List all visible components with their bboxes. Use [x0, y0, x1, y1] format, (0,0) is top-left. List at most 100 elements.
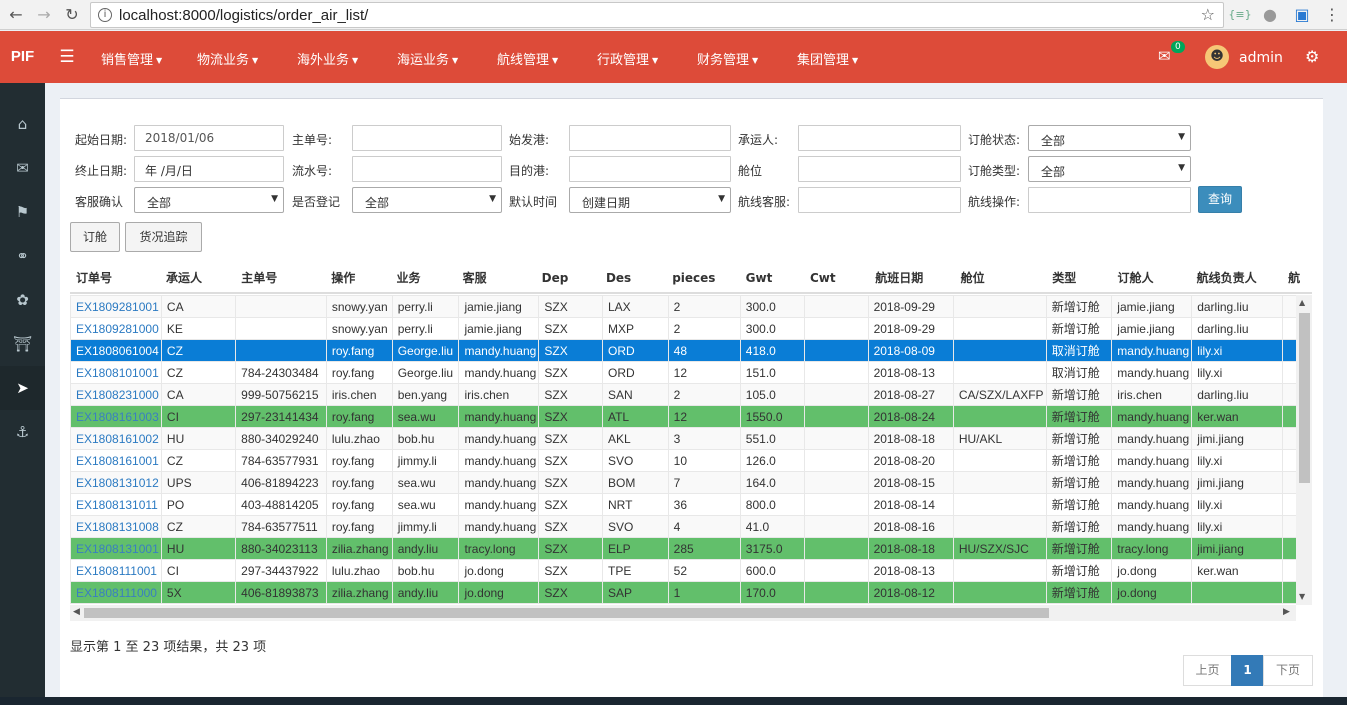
- table-row[interactable]: EX1808161002 HU 880-34029240 lulu.zhao bob.h…: [70, 427, 1312, 450]
- menu-overseas[interactable]: 海外业务 ▼: [297, 49, 358, 68]
- menu-sales[interactable]: 销售管理 ▼: [101, 49, 162, 68]
- column-header[interactable]: 航班日期: [869, 263, 955, 294]
- column-header[interactable]: Des: [599, 263, 667, 294]
- username[interactable]: admin: [1239, 50, 1283, 66]
- table-row[interactable]: EX1808111000 5X 406-81893873 zilia.zhang and…: [70, 581, 1312, 604]
- prev-page-button[interactable]: 上页: [1183, 655, 1232, 686]
- order-id-link[interactable]: EX1808131011: [70, 493, 162, 516]
- column-header[interactable]: Gwt: [739, 263, 804, 294]
- route-op-field[interactable]: [1028, 187, 1191, 213]
- table-row[interactable]: EX1808161001 CZ 784-63577931 roy.fang jimmy.…: [70, 449, 1312, 472]
- kebab-menu-icon[interactable]: ⋮: [1320, 3, 1344, 27]
- bank-icon[interactable]: ⛩: [0, 322, 45, 366]
- column-header[interactable]: 承运人: [159, 263, 236, 294]
- profile-circle-icon[interactable]: ●: [1258, 3, 1282, 27]
- table-row[interactable]: EX1809281000 KE snowy.yan perry.li jamie.jia…: [70, 317, 1312, 340]
- order-id-link[interactable]: EX1808161001: [70, 449, 162, 472]
- vertical-scroll-thumb[interactable]: [1299, 313, 1310, 483]
- bookmark-star-icon[interactable]: ☆: [1201, 5, 1215, 24]
- extension-icon[interactable]: {≡}: [1228, 3, 1252, 27]
- menu-group[interactable]: 集团管理 ▼: [797, 49, 858, 68]
- horizontal-scroll-thumb[interactable]: [84, 608, 1049, 618]
- order-id-link[interactable]: EX1808131012: [70, 471, 162, 494]
- column-header[interactable]: 订单号: [70, 263, 160, 294]
- column-header[interactable]: 主单号: [235, 263, 326, 294]
- table-row[interactable]: EX1808161003 CI 297-23141434 roy.fang sea.wu…: [70, 405, 1312, 428]
- scroll-right-icon[interactable]: ▶: [1283, 607, 1290, 617]
- column-header[interactable]: 订舱人: [1111, 263, 1191, 294]
- default-time-select[interactable]: 创建日期 ▼: [569, 187, 731, 213]
- column-header[interactable]: Dep: [535, 263, 600, 294]
- order-id-link[interactable]: EX1808131001: [70, 537, 162, 560]
- vertical-scrollbar[interactable]: ▲ ▼: [1296, 295, 1312, 605]
- page-1-button[interactable]: 1: [1231, 655, 1264, 686]
- track-button[interactable]: 货况追踪: [125, 222, 202, 252]
- master-no-field[interactable]: [352, 125, 502, 151]
- table-row[interactable]: EX1808111001 CI 297-34437922 lulu.zhao bob.h…: [70, 559, 1312, 582]
- column-header[interactable]: 操作: [325, 263, 391, 294]
- column-header[interactable]: 航: [1282, 263, 1312, 294]
- scroll-up-icon[interactable]: ▲: [1299, 298, 1305, 307]
- registered-select[interactable]: 全部 ▼: [352, 187, 502, 213]
- column-header[interactable]: pieces: [666, 263, 740, 294]
- menu-logistics[interactable]: 物流业务 ▼: [197, 49, 258, 68]
- scroll-left-icon[interactable]: ◀: [73, 607, 80, 617]
- flag-icon[interactable]: ⚑: [0, 190, 45, 234]
- query-button[interactable]: 查询: [1198, 186, 1242, 213]
- envelope-icon[interactable]: ✉: [0, 146, 45, 190]
- menu-finance[interactable]: 财务管理 ▼: [697, 49, 758, 68]
- hamburger-menu-icon[interactable]: ☰: [55, 45, 79, 69]
- serial-no-field[interactable]: [352, 156, 502, 182]
- order-id-link[interactable]: EX1808161002: [70, 427, 162, 450]
- rocket-icon[interactable]: ➤: [0, 366, 45, 410]
- back-arrow-icon[interactable]: ←: [4, 3, 28, 27]
- start-date-field[interactable]: 2018/01/06: [134, 125, 284, 151]
- end-date-field[interactable]: 年 /月/日: [134, 156, 284, 182]
- column-header[interactable]: 航线负责人: [1190, 263, 1283, 294]
- cabin-field[interactable]: [798, 156, 961, 182]
- envelope-icon[interactable]: ✉: [1158, 47, 1171, 65]
- carrier-field[interactable]: [798, 125, 961, 151]
- order-id-link[interactable]: EX1809281001: [70, 295, 162, 318]
- leaf-icon[interactable]: ✿: [0, 278, 45, 322]
- app-logo[interactable]: PIF: [0, 31, 45, 83]
- cast-icon[interactable]: ▣: [1290, 3, 1314, 27]
- order-status-select[interactable]: 全部 ▼: [1028, 125, 1191, 151]
- table-row[interactable]: EX1808231000 CA 999-50756215 iris.chen ben.y…: [70, 383, 1312, 406]
- url-text[interactable]: localhost:8000/logistics/order_air_list/: [119, 7, 368, 24]
- home-icon[interactable]: ⌂: [0, 102, 45, 146]
- column-header[interactable]: 客服: [456, 263, 536, 294]
- anchor-icon[interactable]: ⚓: [0, 410, 45, 454]
- dest-port-field[interactable]: [569, 156, 731, 182]
- column-header[interactable]: 类型: [1046, 263, 1112, 294]
- order-id-link[interactable]: EX1808101001: [70, 361, 162, 384]
- reload-icon[interactable]: ↻: [60, 3, 84, 27]
- table-row[interactable]: EX1808101001 CZ 784-24303484 roy.fang George…: [70, 361, 1312, 384]
- address-bar[interactable]: i localhost:8000/logistics/order_air_lis…: [90, 2, 1224, 28]
- scroll-down-icon[interactable]: ▼: [1299, 592, 1305, 601]
- order-id-link[interactable]: EX1808161003: [70, 405, 162, 428]
- table-row[interactable]: EX1808131011 PO 403-48814205 roy.fang sea.wu…: [70, 493, 1312, 516]
- origin-port-field[interactable]: [569, 125, 731, 151]
- next-page-button[interactable]: 下页: [1263, 655, 1313, 686]
- order-id-link[interactable]: EX1808231000: [70, 383, 162, 406]
- column-header[interactable]: 舱位: [954, 263, 1047, 294]
- column-header[interactable]: 业务: [390, 263, 457, 294]
- table-row[interactable]: EX1809281001 CA snowy.yan perry.li jamie.jia…: [70, 295, 1312, 318]
- column-header[interactable]: Cwt: [803, 263, 870, 294]
- order-type-select[interactable]: 全部 ▼: [1028, 156, 1191, 182]
- order-id-link[interactable]: EX1808111000: [70, 581, 162, 604]
- forward-arrow-icon[interactable]: →: [32, 3, 56, 27]
- info-icon[interactable]: i: [98, 8, 112, 22]
- gears-icon[interactable]: ⚙: [1305, 47, 1319, 66]
- order-id-link[interactable]: EX1808061004: [70, 339, 162, 362]
- table-row[interactable]: EX1808131001 HU 880-34023113 zilia.zhang and…: [70, 537, 1312, 560]
- table-row[interactable]: EX1808131012 UPS 406-81894223 roy.fang sea.w…: [70, 471, 1312, 494]
- link-icon[interactable]: ⚭: [0, 234, 45, 278]
- order-id-link[interactable]: EX1808131008: [70, 515, 162, 538]
- menu-ocean[interactable]: 海运业务 ▼: [397, 49, 458, 68]
- table-row[interactable]: EX1808061004 CZ roy.fang George.liu mandy.hu…: [70, 339, 1312, 362]
- menu-admin[interactable]: 行政管理 ▼: [597, 49, 658, 68]
- avatar[interactable]: ☻: [1205, 45, 1229, 69]
- route-cs-field[interactable]: [798, 187, 961, 213]
